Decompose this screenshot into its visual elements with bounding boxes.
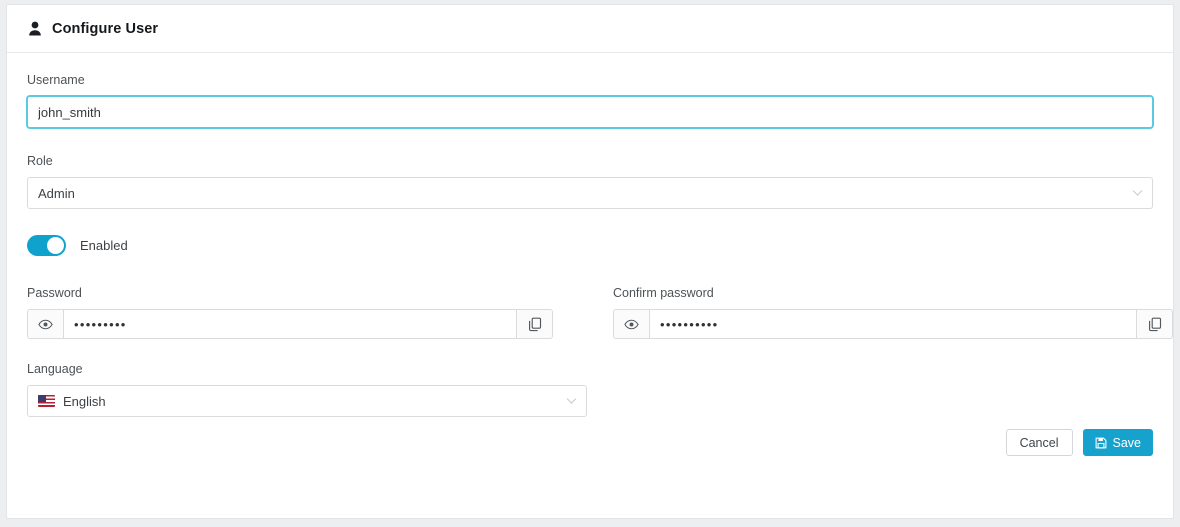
copy-icon[interactable] (1137, 309, 1173, 339)
confirm-password-label: Confirm password (613, 286, 714, 300)
us-flag-icon (38, 395, 55, 407)
chevron-down-icon (1132, 190, 1143, 197)
enabled-label: Enabled (80, 238, 128, 253)
toggle-knob (47, 237, 64, 254)
username-label: Username (27, 73, 85, 87)
configure-user-card: Configure User Username Role Admin (6, 4, 1174, 519)
language-label: Language (27, 362, 83, 376)
page-root: Configure User Username Role Admin (0, 0, 1180, 527)
card-body: Username Role Admin (7, 53, 1173, 456)
page-title: Configure User (52, 20, 159, 37)
save-button-label: Save (1112, 435, 1142, 450)
form-actions: Cancel Save (27, 429, 1153, 456)
username-group: Username (27, 73, 1153, 128)
enabled-toggle[interactable] (27, 235, 66, 256)
cancel-button[interactable]: Cancel (1005, 429, 1073, 456)
password-label: Password (27, 286, 82, 300)
eye-icon[interactable] (613, 309, 649, 339)
password-group: Password (27, 286, 553, 339)
enabled-toggle-row: Enabled (27, 235, 1153, 256)
user-icon (27, 20, 43, 37)
copy-icon[interactable] (517, 309, 553, 339)
save-disk-icon (1095, 437, 1107, 449)
chevron-down-icon (566, 398, 577, 405)
password-row: Password ••••••••• Confirm password ••••… (27, 286, 1173, 339)
password-input-group (27, 309, 553, 339)
role-group: Role Admin (27, 154, 1153, 209)
confirm-password-group: Confirm password (613, 286, 1173, 339)
confirm-password-input-group (613, 309, 1173, 339)
language-select-value: English (63, 393, 106, 409)
language-group: Language English (27, 362, 1153, 417)
card-header: Configure User (7, 5, 1173, 53)
role-select-value: Admin (38, 185, 75, 201)
eye-icon[interactable] (27, 309, 63, 339)
language-select[interactable]: English (27, 385, 587, 417)
role-select[interactable]: Admin (27, 177, 1153, 209)
username-input[interactable] (27, 96, 1153, 128)
password-input[interactable] (63, 309, 517, 339)
confirm-password-input[interactable] (649, 309, 1137, 339)
role-label: Role (27, 154, 53, 168)
save-button[interactable]: Save (1082, 429, 1153, 456)
